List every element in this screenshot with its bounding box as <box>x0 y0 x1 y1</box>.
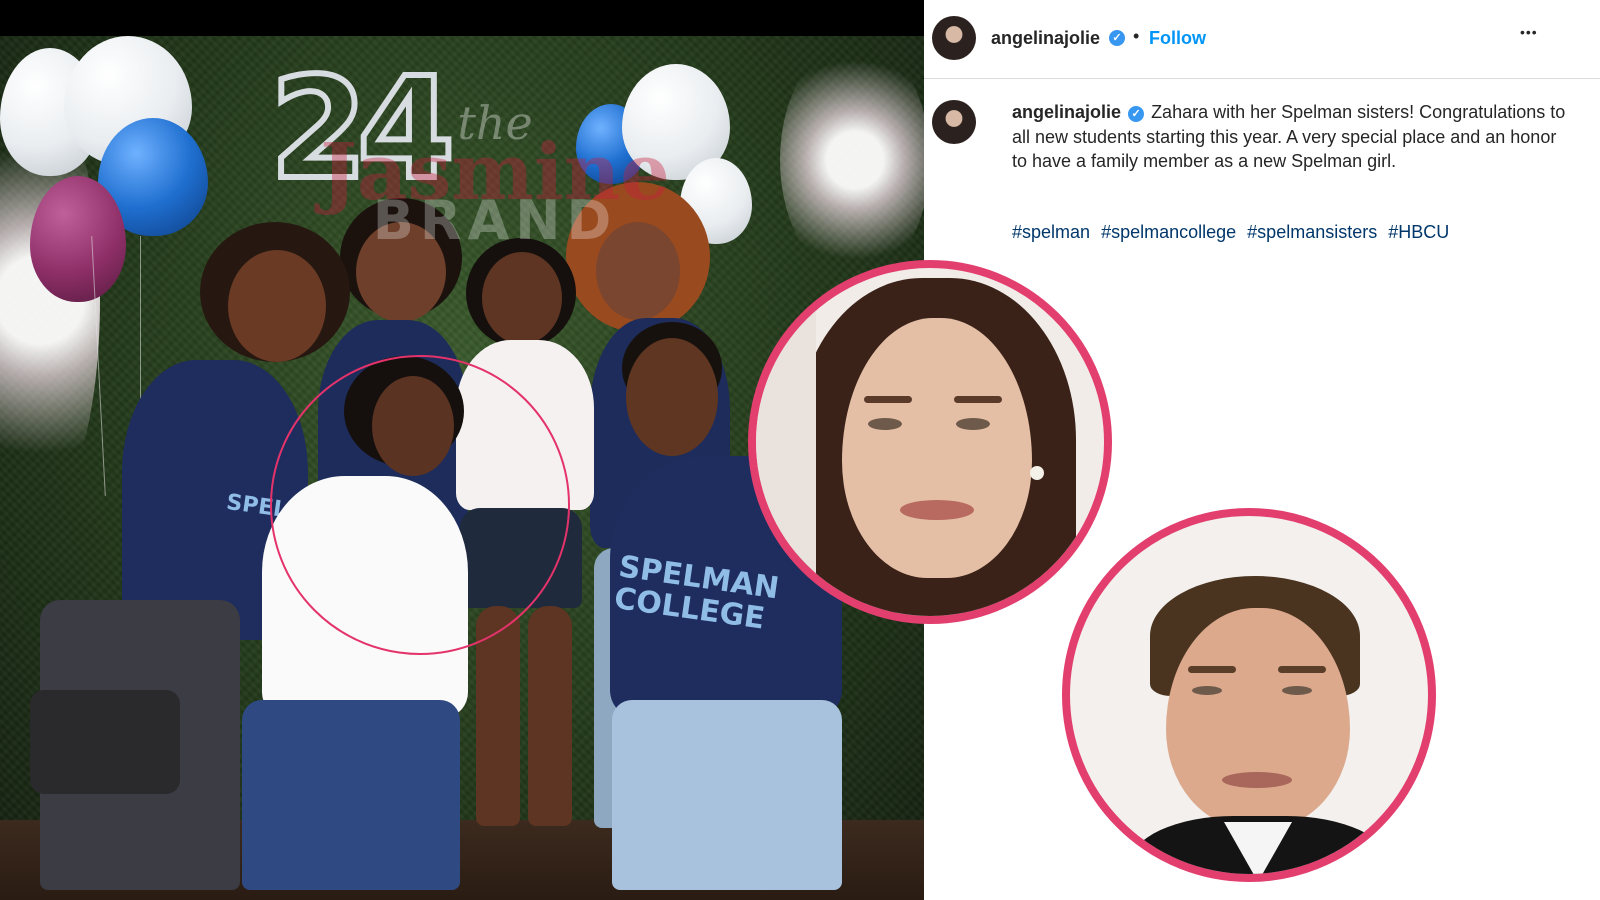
separator-dot: • <box>1133 26 1140 46</box>
more-options-icon[interactable]: ••• <box>1520 24 1538 40</box>
portrait-angelina-jolie <box>748 260 1112 624</box>
highlight-circle-zahara <box>270 355 570 655</box>
post-caption: angelinajolie ✓ Zahara with her Spelman … <box>1012 100 1572 174</box>
follow-button[interactable]: Follow <box>1149 28 1206 49</box>
blossom-right <box>780 40 924 280</box>
hashtag-list: #spelman #spelmancollege #spelmansisters… <box>1012 222 1455 243</box>
portrait-brad-pitt <box>1062 508 1436 882</box>
header-username[interactable]: angelinajolie <box>991 28 1100 49</box>
post-header: angelinajolie ✓ • Follow ••• <box>924 0 1600 79</box>
photo-top-bar <box>0 0 924 36</box>
hashtag-link[interactable]: #spelmancollege <box>1101 222 1236 242</box>
verified-badge-icon: ✓ <box>1128 106 1145 122</box>
avatar[interactable] <box>932 16 976 60</box>
verified-badge-icon: ✓ <box>1109 30 1125 46</box>
hashtag-link[interactable]: #spelmansisters <box>1247 222 1377 242</box>
hashtag-link[interactable]: #spelman <box>1012 222 1090 242</box>
hashtag-link[interactable]: #HBCU <box>1388 222 1449 242</box>
balloon-plum <box>30 176 126 302</box>
watermark: the Jasmine BRAND <box>285 100 705 248</box>
caption-avatar[interactable] <box>932 100 976 144</box>
handbag <box>30 690 180 794</box>
caption-username[interactable]: angelinajolie <box>1012 102 1121 122</box>
